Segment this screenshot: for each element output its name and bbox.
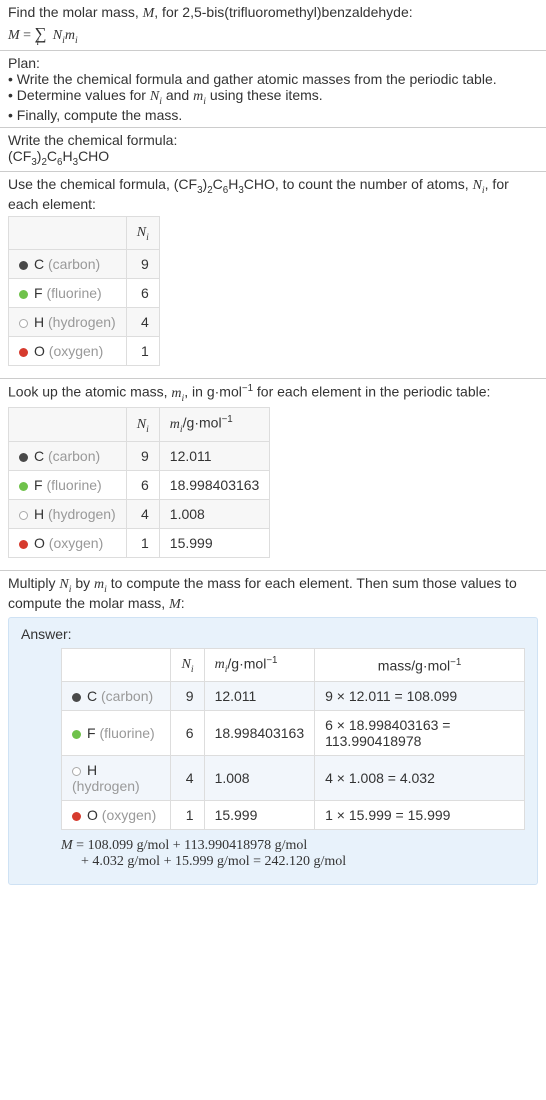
answer-header-mi: mi/g·mol−1 xyxy=(204,648,315,681)
answer-table: Ni mi/g·mol−1 mass/g·mol−1 C (carbon) 9 … xyxy=(61,648,525,830)
chemical-formula-section: Write the chemical formula: (CF3)2C6H3CH… xyxy=(0,128,546,173)
final-equation-line1: M = 108.099 g/mol + 113.990418978 g/mol xyxy=(61,838,525,854)
count-row-f: F (fluorine) 6 xyxy=(9,278,160,307)
count-atoms-section: Use the chemical formula, (CF3)2C6H3CHO,… xyxy=(0,172,546,379)
dot-icon xyxy=(72,730,81,739)
formula-value: (CF3)2C6H3CHO xyxy=(8,148,538,168)
final-equation-line2: + 4.032 g/mol + 15.999 g/mol = 242.120 g… xyxy=(61,854,525,870)
count-header-blank xyxy=(9,217,127,250)
plan-title: Plan: xyxy=(8,55,538,71)
answer-row-o: O (oxygen) 1 15.999 1 × 15.999 = 15.999 xyxy=(62,801,525,830)
answer-box: Answer: Ni mi/g·mol−1 mass/g·mol−1 C (ca… xyxy=(8,617,538,885)
problem-text: Find the molar mass, M, for 2,5-bis(trif… xyxy=(8,4,538,22)
answer-row-f: F (fluorine) 6 18.998403163 6 × 18.99840… xyxy=(62,711,525,756)
lookup-header-mi: mi/g·mol−1 xyxy=(159,408,270,441)
dot-icon xyxy=(19,540,28,549)
dot-icon xyxy=(19,482,28,491)
answer-row-h: H (hydrogen) 4 1.008 4 × 1.008 = 4.032 xyxy=(62,756,525,801)
count-header-ni: Ni xyxy=(126,217,159,250)
lookup-header-ni: Ni xyxy=(126,408,159,441)
plan-section: Plan: • Write the chemical formula and g… xyxy=(0,51,546,128)
lookup-row-h: H (hydrogen) 4 1.008 xyxy=(9,499,270,528)
formula-title: Write the chemical formula: xyxy=(8,132,538,148)
lookup-row-f: F (fluorine) 6 18.998403163 xyxy=(9,470,270,499)
problem-statement: Find the molar mass, M, for 2,5-bis(trif… xyxy=(0,0,546,51)
lookup-section: Look up the atomic mass, mi, in g·mol−1 … xyxy=(0,379,546,571)
multiply-intro: Multiply Ni by mi to compute the mass fo… xyxy=(8,575,538,613)
count-intro: Use the chemical formula, (CF3)2C6H3CHO,… xyxy=(8,176,538,212)
lookup-row-c: C (carbon) 9 12.011 xyxy=(9,441,270,470)
sum-equation: M = ∑i Nimi xyxy=(8,24,538,46)
dot-icon xyxy=(19,290,28,299)
plan-bullet-3: • Finally, compute the mass. xyxy=(8,107,538,123)
lookup-intro: Look up the atomic mass, mi, in g·mol−1 … xyxy=(8,383,538,403)
dot-icon xyxy=(19,261,28,270)
count-table: Ni C (carbon) 9 F (fluorine) 6 H (hydrog… xyxy=(8,216,160,366)
dot-icon xyxy=(19,348,28,357)
answer-header-ni: Ni xyxy=(171,648,204,681)
answer-row-c: C (carbon) 9 12.011 9 × 12.011 = 108.099 xyxy=(62,682,525,711)
plan-bullet-2: • Determine values for Ni and mi using t… xyxy=(8,87,538,107)
lookup-row-o: O (oxygen) 1 15.999 xyxy=(9,528,270,557)
dot-icon xyxy=(72,767,81,776)
plan-bullet-1: • Write the chemical formula and gather … xyxy=(8,71,538,87)
answer-section: Multiply Ni by mi to compute the mass fo… xyxy=(0,571,546,899)
answer-label: Answer: xyxy=(21,626,525,642)
count-row-h: H (hydrogen) 4 xyxy=(9,307,160,336)
dot-icon xyxy=(19,319,28,328)
count-row-o: O (oxygen) 1 xyxy=(9,336,160,365)
dot-icon xyxy=(72,693,81,702)
dot-icon xyxy=(19,511,28,520)
dot-icon xyxy=(19,453,28,462)
dot-icon xyxy=(72,812,81,821)
count-row-c: C (carbon) 9 xyxy=(9,249,160,278)
lookup-table: Ni mi/g·mol−1 C (carbon) 9 12.011 F (flu… xyxy=(8,407,270,557)
answer-header-mass: mass/g·mol−1 xyxy=(315,648,525,681)
